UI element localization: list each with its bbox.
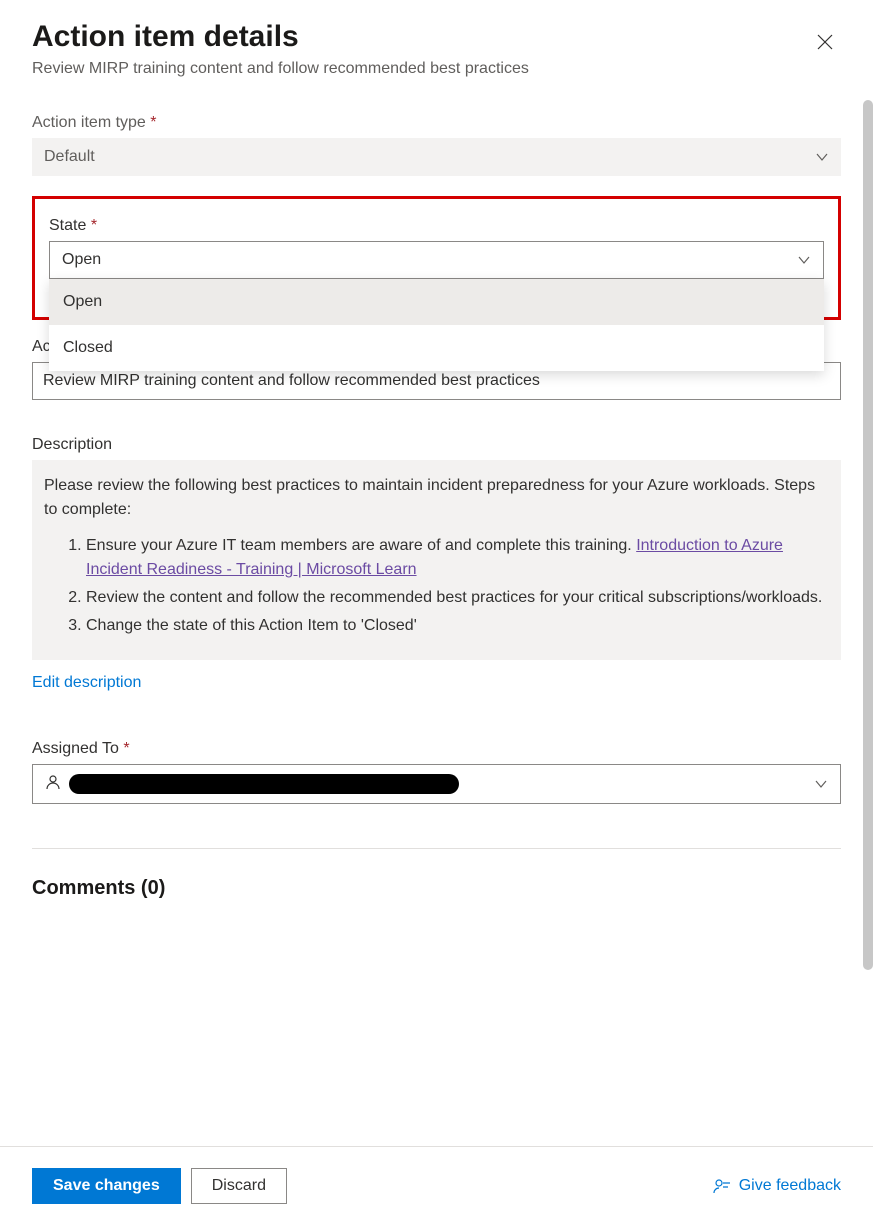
- type-select: Default: [32, 138, 841, 176]
- description-step-2: Review the content and follow the recomm…: [86, 586, 829, 610]
- description-step-3: Change the state of this Action Item to …: [86, 614, 829, 638]
- assigned-select[interactable]: [32, 764, 841, 804]
- give-feedback-link[interactable]: Give feedback: [713, 1177, 841, 1195]
- close-button[interactable]: [809, 26, 841, 58]
- person-icon: [45, 774, 61, 795]
- scrollbar[interactable]: [863, 100, 873, 970]
- type-label: Action item type *: [32, 114, 841, 132]
- state-value: Open: [62, 251, 101, 269]
- divider: [32, 848, 841, 849]
- footer-bar: Save changes Discard Give feedback: [0, 1146, 873, 1224]
- close-icon: [816, 33, 834, 51]
- assigned-label: Assigned To *: [32, 740, 841, 758]
- chevron-down-icon: [797, 253, 811, 267]
- description-intro: Please review the following best practic…: [44, 477, 815, 518]
- comments-title: Comments (0): [32, 877, 841, 900]
- required-asterisk: *: [91, 217, 97, 234]
- state-option-closed[interactable]: Closed: [49, 325, 824, 371]
- required-asterisk: *: [123, 740, 129, 757]
- description-label: Description: [32, 436, 841, 454]
- feedback-icon: [713, 1177, 731, 1195]
- chevron-down-icon: [814, 777, 828, 791]
- assigned-value-redacted: [69, 774, 459, 794]
- state-dropdown-menu: Open Closed: [49, 279, 824, 371]
- state-select[interactable]: Open: [49, 241, 824, 279]
- state-highlight-box: State * Open Open Closed: [32, 196, 841, 320]
- state-label: State *: [49, 217, 824, 235]
- edit-description-link[interactable]: Edit description: [32, 674, 841, 692]
- required-asterisk: *: [150, 114, 156, 131]
- description-box: Please review the following best practic…: [32, 460, 841, 660]
- page-subtitle: Review MIRP training content and follow …: [32, 60, 529, 78]
- chevron-down-icon: [815, 150, 829, 164]
- save-button[interactable]: Save changes: [32, 1168, 181, 1204]
- state-option-open[interactable]: Open: [49, 279, 824, 325]
- discard-button[interactable]: Discard: [191, 1168, 287, 1204]
- description-step-1: Ensure your Azure IT team members are aw…: [86, 534, 829, 582]
- page-title: Action item details: [32, 20, 529, 54]
- type-value: Default: [44, 148, 95, 166]
